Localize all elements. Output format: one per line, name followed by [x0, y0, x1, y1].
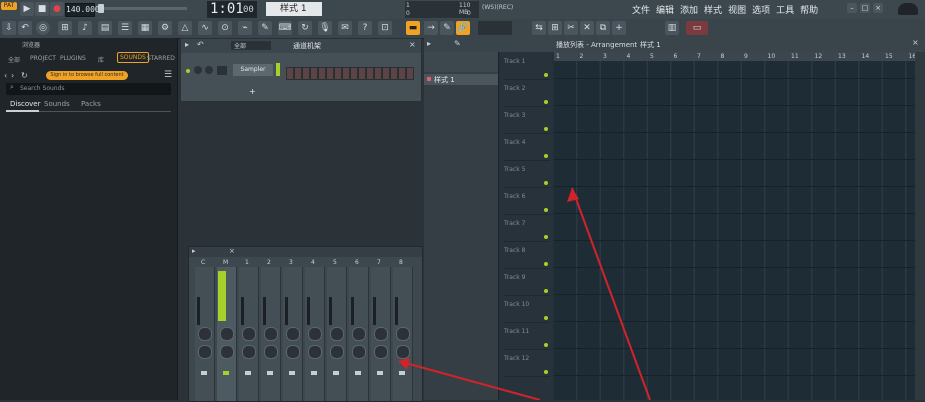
annotation-arrows — [398, 187, 651, 400]
arrow-to-grid — [571, 187, 651, 400]
arrow-head-mixer — [398, 358, 410, 370]
arrow-to-mixer — [401, 361, 541, 400]
